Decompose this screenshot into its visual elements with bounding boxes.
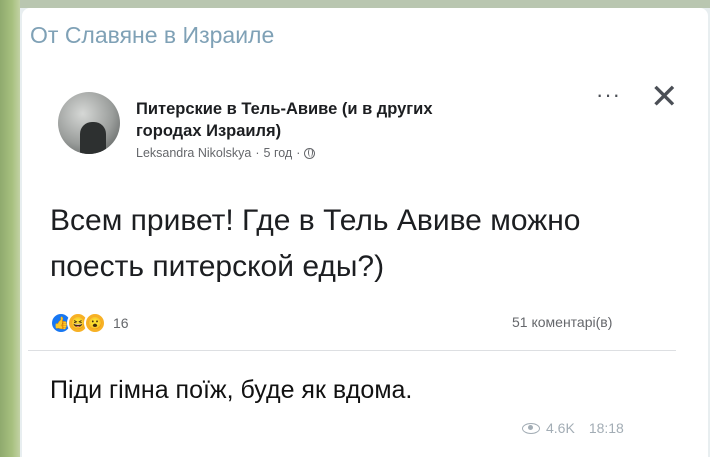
post-body-text: Всем привет! Где в Тель Авиве можно поес… — [50, 204, 581, 283]
comment-count: 51 коментарі(в) — [512, 314, 613, 330]
chat-background-strip — [0, 0, 20, 457]
more-options-icon: ··· — [596, 82, 621, 107]
forwarded-from-label[interactable]: От Славяне в Израиле — [30, 22, 274, 49]
group-avatar — [58, 92, 120, 154]
reactions-bar: 👍 😆 😮 16 — [50, 312, 129, 334]
message-footer: 4.6K 18:18 — [522, 420, 624, 436]
group-name: Питерские в Тель-Авиве (и в других город… — [136, 100, 433, 140]
meta-separator: · — [255, 146, 260, 160]
post-meta: Leksandra Nikolskya · 5 год · — [136, 146, 316, 160]
globe-icon — [304, 147, 316, 159]
close-icon: ✕ — [650, 78, 679, 116]
forwarded-post-screenshot: Питерские в Тель-Авиве (и в других город… — [28, 78, 679, 354]
reaction-count: 16 — [113, 315, 129, 331]
views-eye-icon — [522, 422, 540, 434]
divider — [28, 350, 676, 351]
post-author: Leksandra Nikolskya — [136, 146, 252, 160]
post-age: 5 год — [263, 146, 293, 160]
message-time: 18:18 — [588, 420, 624, 436]
view-count: 4.6K — [546, 420, 575, 436]
top-edge-strip — [0, 0, 710, 8]
wow-icon: 😮 — [84, 312, 106, 334]
meta-separator: · — [296, 146, 301, 160]
message-text: Піди гімна поїж, буде як вдома. — [50, 376, 413, 404]
